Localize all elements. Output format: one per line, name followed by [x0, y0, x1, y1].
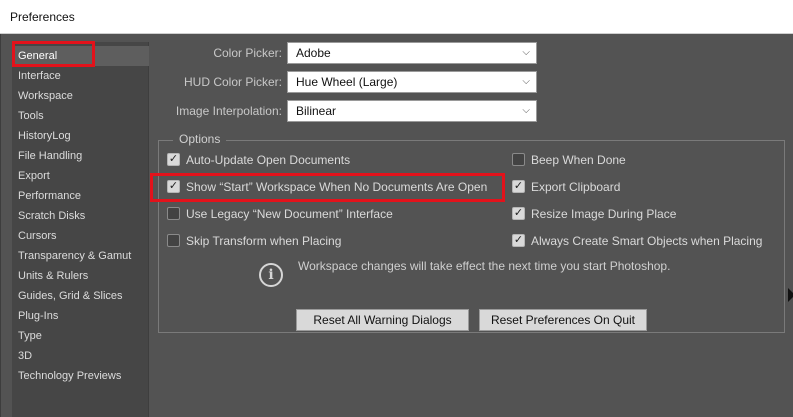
auto-update-label: Auto-Update Open Documents [186, 153, 351, 167]
sidebar-item-transparency-gamut[interactable]: Transparency & Gamut [12, 246, 149, 266]
sidebar-item-general[interactable]: General [12, 46, 149, 66]
options-legend: Options [173, 131, 227, 147]
hud-color-picker-label: HUD Color Picker: [183, 75, 282, 89]
sidebar-item-performance[interactable]: Performance [12, 186, 149, 206]
sidebar-item-technology-previews[interactable]: Technology Previews [12, 366, 149, 386]
smart-objects-label: Always Create Smart Objects when Placing [531, 234, 763, 248]
show-start-workspace-label: Show “Start” Workspace When No Documents… [186, 180, 488, 194]
auto-update-checkbox[interactable]: ✓ [167, 153, 180, 166]
color-picker-select[interactable]: Adobe ⌵ [287, 42, 537, 64]
preferences-dialog: General Interface Workspace Tools Histor… [0, 34, 793, 417]
reset-warning-dialogs-button[interactable]: Reset All Warning Dialogs [296, 309, 469, 331]
export-clipboard-label: Export Clipboard [531, 180, 621, 194]
skip-transform-label: Skip Transform when Placing [186, 234, 342, 248]
chevron-down-icon: ⌵ [522, 47, 530, 58]
sidebar-item-cursors[interactable]: Cursors [12, 226, 149, 246]
hud-color-picker-select[interactable]: Hue Wheel (Large) ⌵ [287, 71, 537, 93]
legacy-new-document-checkbox[interactable] [167, 207, 180, 220]
sidebar-item-units-rulers[interactable]: Units & Rulers [12, 266, 149, 286]
beep-when-done-label: Beep When Done [531, 153, 626, 167]
info-icon: i [259, 263, 283, 287]
smart-objects-checkbox[interactable]: ✓ [512, 234, 525, 247]
resize-image-checkbox[interactable]: ✓ [512, 207, 525, 220]
reset-preferences-button[interactable]: Reset Preferences On Quit [479, 309, 647, 331]
export-clipboard-checkbox[interactable]: ✓ [512, 180, 525, 193]
color-picker-label: Color Picker: [213, 46, 282, 60]
sidebar-item-history-log[interactable]: HistoryLog [12, 126, 149, 146]
sidebar-item-plug-ins[interactable]: Plug-Ins [12, 306, 149, 326]
color-picker-value: Adobe [296, 46, 331, 60]
image-interpolation-select[interactable]: Bilinear ⌵ [287, 100, 537, 122]
preferences-sidebar: General Interface Workspace Tools Histor… [12, 42, 149, 417]
sidebar-item-tools[interactable]: Tools [12, 106, 149, 126]
sidebar-item-scratch-disks[interactable]: Scratch Disks [12, 206, 149, 226]
sidebar-item-type[interactable]: Type [12, 326, 149, 346]
hud-color-picker-value: Hue Wheel (Large) [296, 75, 398, 89]
chevron-down-icon: ⌵ [522, 76, 530, 87]
resize-image-label: Resize Image During Place [531, 207, 677, 221]
sidebar-item-export[interactable]: Export [12, 166, 149, 186]
legacy-new-document-label: Use Legacy “New Document” Interface [186, 207, 393, 221]
show-start-workspace-checkbox[interactable]: ✓ [167, 180, 180, 193]
image-interpolation-label: Image Interpolation: [175, 104, 282, 118]
sidebar-item-file-handling[interactable]: File Handling [12, 146, 149, 166]
sidebar-item-guides-grid-slices[interactable]: Guides, Grid & Slices [12, 286, 149, 306]
beep-when-done-checkbox[interactable] [512, 153, 525, 166]
sidebar-item-workspace[interactable]: Workspace [12, 86, 149, 106]
sidebar-item-interface[interactable]: Interface [12, 66, 149, 86]
chevron-down-icon: ⌵ [522, 105, 530, 116]
sidebar-item-3d[interactable]: 3D [12, 346, 149, 366]
skip-transform-checkbox[interactable] [167, 234, 180, 247]
mouse-cursor-icon [788, 288, 793, 302]
window-title: Preferences [0, 0, 793, 34]
workspace-info-text: Workspace changes will take effect the n… [298, 259, 671, 273]
image-interpolation-value: Bilinear [296, 104, 337, 118]
